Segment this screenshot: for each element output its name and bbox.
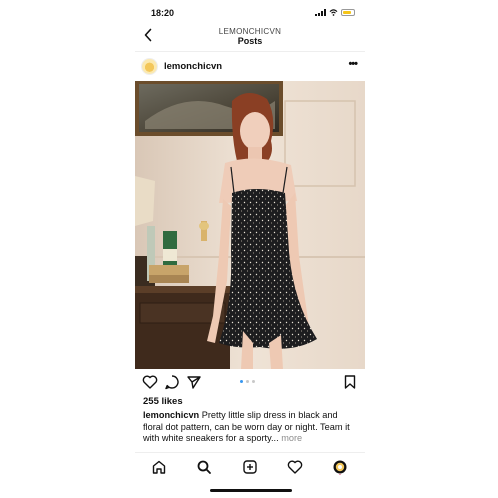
post-header: lemonchicvn ••• xyxy=(135,56,365,78)
caption-username[interactable]: lemonchicvn xyxy=(143,410,199,420)
more-options-icon[interactable]: ••• xyxy=(348,58,358,70)
nav-title: LEMONCHICVN Posts xyxy=(135,27,365,46)
new-post-icon[interactable] xyxy=(242,459,258,475)
status-time: 18:20 xyxy=(151,8,175,18)
carousel-indicator xyxy=(240,380,255,383)
status-bar: 18:20 xyxy=(135,6,365,22)
instagram-post-screen: 18:20 LEMONCHICVN Posts lemonchicvn ••• xyxy=(135,0,365,498)
avatar[interactable] xyxy=(141,58,158,75)
wifi-icon xyxy=(329,9,338,16)
profile-icon[interactable] xyxy=(332,459,348,475)
nav-page-title: Posts xyxy=(237,36,263,46)
carousel-dot-active xyxy=(240,380,243,383)
top-nav: LEMONCHICVN Posts xyxy=(135,24,365,50)
carousel-dot xyxy=(246,380,249,383)
heart-icon[interactable] xyxy=(142,374,158,390)
activity-heart-icon[interactable] xyxy=(287,459,303,475)
carousel-dot xyxy=(252,380,255,383)
post-username[interactable]: lemonchicvn xyxy=(164,61,222,72)
home-indicator xyxy=(210,489,292,492)
comment-icon[interactable] xyxy=(164,374,180,390)
send-icon[interactable] xyxy=(186,374,202,390)
post-caption: lemonchicvn Pretty little slip dress in … xyxy=(143,410,359,445)
status-icons xyxy=(315,9,355,16)
caption-more-link[interactable]: more xyxy=(279,433,302,443)
header-divider xyxy=(135,51,365,52)
nav-account-name: LEMONCHICVN xyxy=(218,27,282,36)
bookmark-icon[interactable] xyxy=(342,374,358,390)
battery-icon xyxy=(341,9,355,16)
post-actions xyxy=(135,374,365,392)
like-count[interactable]: 255 likes xyxy=(143,396,183,407)
bottom-tab-bar xyxy=(135,452,365,481)
search-icon[interactable] xyxy=(196,459,212,475)
signal-icon xyxy=(315,9,326,16)
post-photo[interactable] xyxy=(135,81,365,369)
home-icon[interactable] xyxy=(151,459,167,475)
